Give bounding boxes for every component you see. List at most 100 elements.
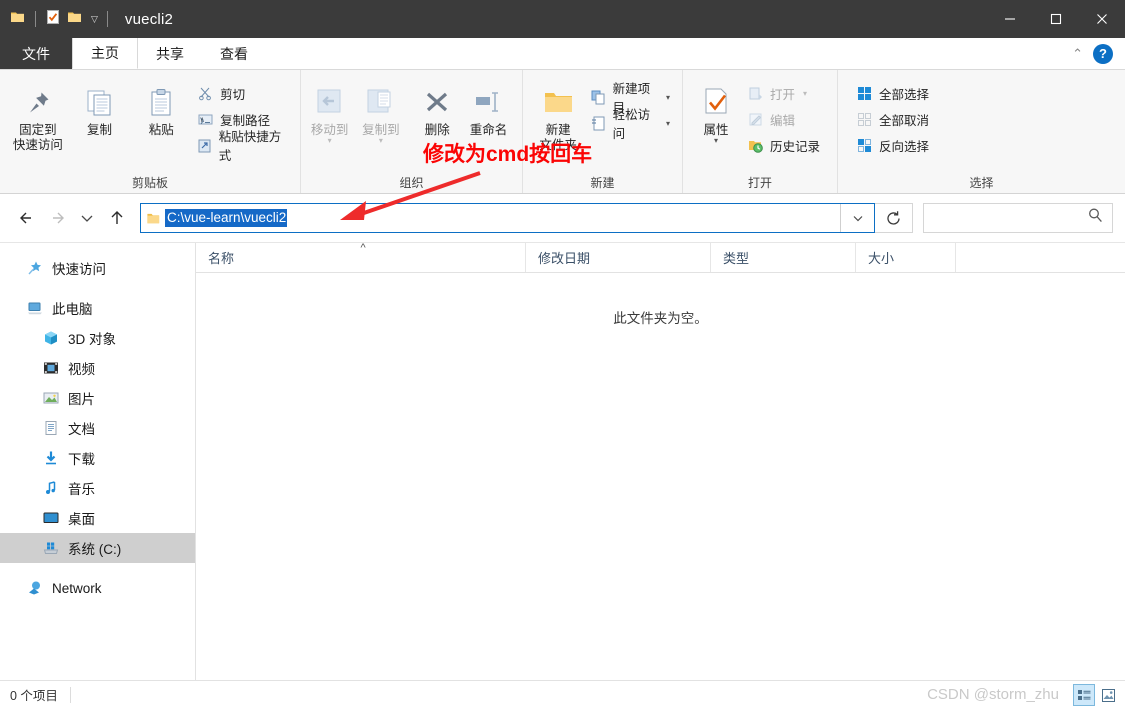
copy-path-icon: \\	[197, 111, 214, 128]
easy-access-button[interactable]: 轻松访问 ▾	[587, 108, 674, 141]
column-header-size[interactable]: 大小	[856, 243, 956, 272]
pin-label-line2: 快速访问	[12, 138, 63, 152]
sidebar-item-network[interactable]: Network	[0, 573, 195, 603]
paste-label: 粘贴	[148, 123, 174, 137]
navigation-pane: 快速访问 此电脑 3D 对象 视频 图片 文档 下载 音乐 桌面 系统 (C:)…	[0, 243, 196, 680]
tab-file[interactable]: 文件	[0, 38, 72, 69]
properties-caret-icon[interactable]: ▾	[714, 137, 718, 145]
pictures-icon	[42, 389, 60, 407]
refresh-button[interactable]	[875, 203, 913, 233]
large-icons-view-button[interactable]	[1097, 684, 1119, 706]
move-to-icon	[313, 80, 347, 120]
folder-icon[interactable]	[10, 9, 26, 30]
edit-button[interactable]: 编辑	[743, 108, 824, 130]
column-label: 修改日期	[538, 251, 591, 266]
help-button[interactable]: ?	[1093, 43, 1113, 64]
maximize-button[interactable]	[1033, 0, 1079, 38]
column-header-name[interactable]: ^ 名称	[196, 242, 526, 272]
address-path-text[interactable]: C:\vue-learn\vuecli2	[165, 209, 288, 227]
history-button[interactable]: 历史记录	[743, 134, 824, 156]
history-label: 历史记录	[770, 139, 821, 154]
edit-pencil-icon	[747, 111, 764, 128]
ribbon: 固定到 快速访问 复制 粘贴 剪切 \\ 复制路径 粘贴快捷方式 剪贴板 移动到…	[0, 69, 1125, 194]
sort-ascending-icon: ^	[360, 242, 366, 254]
address-input[interactable]: C:\vue-learn\vuecli2	[165, 209, 840, 227]
sidebar-item-desktop[interactable]: 桌面	[0, 503, 195, 533]
tab-view[interactable]: 查看	[202, 38, 266, 69]
customize-caret-icon[interactable]: ▽	[91, 15, 98, 24]
desktop-icon	[42, 509, 60, 527]
ribbon-group-organize: 移动到 ▾ 复制到 ▾ 删除 重命名 组织	[300, 70, 522, 193]
search-box[interactable]	[923, 203, 1113, 233]
collapse-ribbon-icon[interactable]: ⌃	[1072, 46, 1083, 62]
back-button[interactable]	[12, 203, 42, 233]
address-bar[interactable]: C:\vue-learn\vuecli2	[140, 203, 875, 233]
sidebar-item-pictures[interactable]: 图片	[0, 383, 195, 413]
tab-home[interactable]: 主页	[72, 38, 138, 69]
delete-button[interactable]: 删除	[414, 76, 461, 138]
cut-button[interactable]: 剪切	[193, 82, 292, 104]
sidebar-item-this-pc[interactable]: 此电脑	[0, 293, 195, 323]
sidebar-item-quick-access[interactable]: 快速访问	[0, 253, 195, 283]
move-to-button[interactable]: 移动到 ▾	[305, 76, 354, 145]
sidebar-label: 快速访问	[52, 262, 106, 277]
documents-icon	[42, 419, 60, 437]
select-all-button[interactable]: 全部选择	[852, 82, 933, 104]
minimize-button[interactable]	[987, 0, 1033, 38]
close-button[interactable]	[1079, 0, 1125, 38]
address-dropdown-button[interactable]	[840, 204, 874, 232]
move-to-caret-icon[interactable]: ▾	[328, 137, 332, 145]
paste-shortcut-button[interactable]: 粘贴快捷方式	[193, 130, 292, 163]
copy-button[interactable]: 复制	[70, 76, 130, 138]
copy-to-button[interactable]: 复制到 ▾	[356, 76, 405, 145]
easy-access-caret-icon[interactable]: ▾	[666, 119, 670, 128]
column-header-date-modified[interactable]: 修改日期	[526, 243, 711, 272]
column-header-filler	[956, 243, 1125, 272]
pin-label-line1: 固定到	[19, 123, 57, 137]
invert-selection-button[interactable]: 反向选择	[852, 134, 933, 156]
column-label: 名称	[208, 251, 235, 266]
select-none-button[interactable]: 全部取消	[852, 108, 933, 130]
properties-check-icon[interactable]	[45, 9, 61, 30]
rename-button[interactable]: 重命名	[463, 76, 514, 138]
ribbon-tab-strip: 文件 主页 共享 查看 ⌃ ?	[0, 38, 1125, 69]
forward-button[interactable]	[42, 203, 72, 233]
new-folder-icon[interactable]	[67, 9, 83, 30]
history-icon	[747, 137, 764, 154]
details-view-button[interactable]	[1073, 684, 1095, 706]
paste-icon	[144, 80, 178, 120]
videos-icon	[42, 359, 60, 377]
pin-to-quick-access-button[interactable]: 固定到 快速访问	[8, 76, 68, 153]
search-icon[interactable]	[1087, 207, 1104, 229]
ribbon-group-label-clipboard: 剪贴板	[131, 176, 168, 190]
ribbon-group-new: 新建 文件夹 新建项目 ▾ 轻松访问 ▾ 新建	[522, 70, 682, 193]
column-header-type[interactable]: 类型	[711, 243, 856, 272]
sidebar-item-documents[interactable]: 文档	[0, 413, 195, 443]
sidebar-item-downloads[interactable]: 下载	[0, 443, 195, 473]
sidebar-item-videos[interactable]: 视频	[0, 353, 195, 383]
properties-button[interactable]: 属性 ▾	[691, 76, 741, 145]
sidebar-item-music[interactable]: 音乐	[0, 473, 195, 503]
rename-icon	[471, 80, 505, 120]
paste-button[interactable]: 粘贴	[131, 76, 191, 138]
ribbon-group-label-select: 选择	[969, 176, 994, 190]
sidebar-label: 系统 (C:)	[68, 542, 122, 557]
tab-share[interactable]: 共享	[138, 38, 202, 69]
recent-locations-button[interactable]	[72, 203, 102, 233]
ribbon-group-label-organize: 组织	[399, 176, 424, 190]
sidebar-item-3d-objects[interactable]: 3D 对象	[0, 323, 195, 353]
delete-label: 删除	[424, 123, 450, 137]
edit-label: 编辑	[770, 113, 796, 128]
invert-selection-icon	[856, 137, 873, 154]
open-caret-icon[interactable]: ▾	[803, 89, 807, 98]
music-icon	[42, 479, 60, 497]
new-item-caret-icon[interactable]: ▾	[666, 93, 670, 102]
up-button[interactable]	[102, 203, 132, 233]
open-button[interactable]: 打开 ▾	[743, 82, 824, 104]
open-label: 打开	[770, 87, 796, 102]
sidebar-item-system-c[interactable]: 系统 (C:)	[0, 533, 195, 563]
view-mode-buttons	[1073, 681, 1119, 708]
copy-to-caret-icon[interactable]: ▾	[379, 137, 383, 145]
copy-label: 复制	[87, 123, 113, 137]
